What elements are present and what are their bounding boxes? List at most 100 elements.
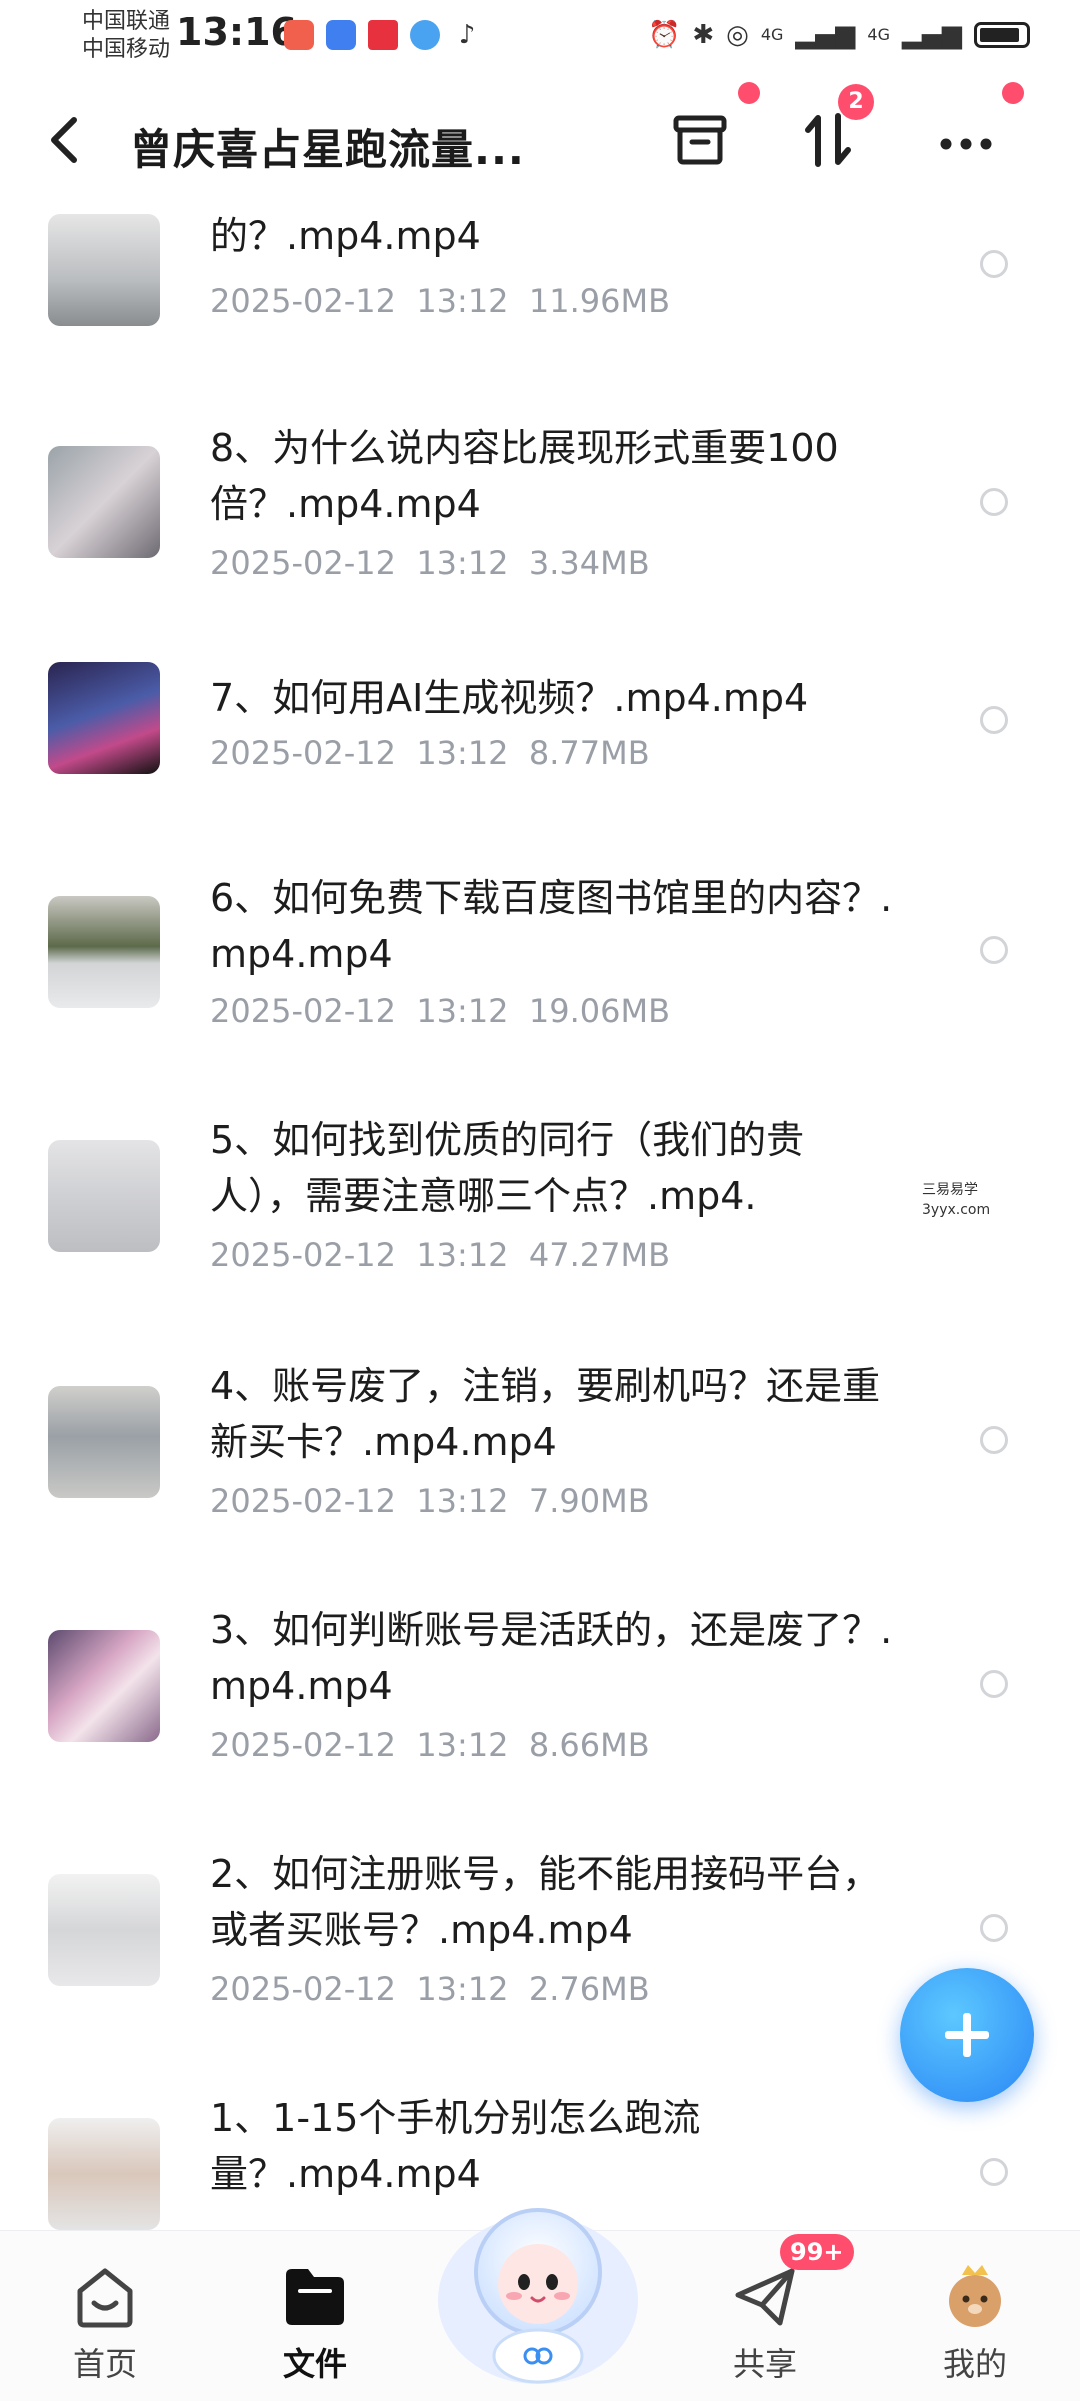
select-radio[interactable] [980, 1670, 1008, 1698]
select-radio[interactable] [980, 936, 1008, 964]
file-size: 19.06MB [528, 992, 671, 1030]
bluetooth-icon: ✱ [692, 20, 715, 50]
carrier-info: 中国联通 中国移动 [82, 8, 170, 64]
file-item[interactable]: 4、账号废了，注销，要刷机吗？还是重新买卡？.mp4.mp4 2025-02-1… [0, 1336, 1080, 1581]
file-time: 13:12 [416, 992, 509, 1030]
folder-icon [280, 2261, 350, 2331]
select-radio[interactable] [980, 488, 1008, 516]
carrier-1: 中国联通 [82, 9, 171, 34]
file-name: 7、如何用AI生成视频？.mp4.mp4 [210, 676, 809, 720]
status-bar: 中国联通 中国移动 13:16 ♪ ⏰ ✱ ◎ 4G ▂▄▆ 4G ▂▄▆ [0, 0, 1080, 80]
watermark: 三易易学 3yyx.com [918, 1178, 995, 1222]
nav-home-label: 首页 [72, 2345, 137, 2383]
nav-home[interactable]: 首页 [40, 2261, 170, 2385]
network-label-2: 4G [867, 25, 890, 44]
file-size: 2.76MB [528, 1970, 650, 2008]
file-meta: 2025-02-12 13:12 47.27MB [210, 1236, 670, 1274]
system-icons: ⏰ ✱ ◎ 4G ▂▄▆ 4G ▂▄▆ [648, 18, 1030, 52]
signal-icon: ▂▄▆ [795, 20, 856, 50]
app-notification-icon [326, 20, 356, 50]
nav-mine[interactable]: 我的 [910, 2261, 1040, 2385]
watermark-line-2: 3yyx.com [922, 1202, 991, 1218]
alarm-icon: ⏰ [647, 20, 681, 50]
file-date: 2025-02-12 [210, 992, 396, 1030]
file-size: 3.34MB [528, 544, 650, 582]
mascot-button[interactable] [428, 2180, 648, 2390]
archive-button[interactable] [668, 108, 732, 172]
file-name: 2、如何注册账号，能不能用接码平台，或者买账号？.mp4.mp4 [210, 1852, 881, 1952]
file-name: 5、如何找到优质的同行（我们的贵人），需要注意哪三个点？.mp4. [210, 1118, 805, 1218]
file-time: 13:12 [416, 1726, 509, 1764]
file-date: 2025-02-12 [210, 544, 396, 582]
hotspot-icon: ◎ [726, 20, 749, 50]
file-item[interactable]: 6、如何免费下载百度图书馆里的内容？.mp4.mp4 2025-02-12 13… [0, 850, 1080, 1095]
back-button[interactable] [44, 114, 84, 175]
file-meta: 2025-02-12 13:12 11.96MB [210, 282, 670, 320]
file-size: 47.27MB [528, 1236, 671, 1274]
avatar-icon [940, 2261, 1010, 2331]
more-icon [940, 138, 992, 150]
video-thumbnail [48, 1386, 160, 1498]
file-name: 4、账号废了，注销，要刷机吗？还是重新买卡？.mp4.mp4 [210, 1364, 881, 1464]
notification-dot [738, 82, 760, 104]
archive-icon [673, 115, 727, 165]
file-time: 13:12 [416, 544, 509, 582]
file-time: 13:12 [416, 1236, 509, 1274]
file-date: 2025-02-12 [210, 1236, 396, 1274]
file-date: 2025-02-12 [210, 1970, 396, 2008]
select-radio[interactable] [980, 706, 1008, 734]
video-thumbnail [48, 1874, 160, 1986]
file-meta: 2025-02-12 13:12 8.66MB [210, 1726, 650, 1764]
battery-icon [974, 22, 1030, 48]
select-radio[interactable] [980, 250, 1008, 278]
nav-files[interactable]: 文件 [250, 2261, 380, 2385]
more-button[interactable] [934, 108, 998, 172]
nav-files-label: 文件 [282, 2345, 347, 2383]
video-thumbnail [48, 2118, 160, 2230]
file-date: 2025-02-12 [210, 734, 396, 772]
file-item[interactable]: 3、如何判断账号是活跃的，还是废了？.mp4.mp4 2025-02-12 13… [0, 1580, 1080, 1825]
file-date: 2025-02-12 [210, 282, 396, 320]
video-thumbnail [48, 214, 160, 326]
file-meta: 2025-02-12 13:12 3.34MB [210, 544, 650, 582]
sort-count-badge: 2 [838, 84, 874, 120]
signal-icon: ▂▄▆ [902, 20, 962, 50]
folder-title: 曾庆喜占星跑流量... [130, 125, 525, 174]
book-icon [368, 20, 398, 50]
file-item[interactable]: 8、为什么说内容比展现形式重要100倍？.mp4.mp4 2025-02-12 … [0, 420, 1080, 665]
notification-dot [1002, 82, 1024, 104]
nav-share-label: 共享 [732, 2345, 797, 2383]
top-bar: 曾庆喜占星跑流量... 2 [0, 80, 1080, 200]
add-button[interactable] [900, 1968, 1034, 2102]
video-thumbnail [48, 1630, 160, 1742]
network-label-1: 4G [760, 25, 784, 44]
home-icon [70, 2261, 140, 2331]
file-size: 11.96MB [528, 282, 671, 320]
file-name: 的？.mp4.mp4 [210, 214, 481, 258]
file-date: 2025-02-12 [210, 1726, 396, 1764]
nav-mine-label: 我的 [942, 2345, 1007, 2383]
notification-icons: ♪ [284, 20, 482, 50]
select-radio[interactable] [980, 1426, 1008, 1454]
video-thumbnail [48, 662, 160, 774]
file-meta: 2025-02-12 13:12 7.90MB [210, 1482, 650, 1520]
carrier-2: 中国移动 [82, 37, 171, 62]
video-thumbnail [48, 446, 160, 558]
file-size: 7.90MB [528, 1482, 650, 1520]
file-time: 13:12 [416, 282, 509, 320]
file-time: 13:12 [416, 1482, 509, 1520]
tiktok-icon: ♪ [458, 20, 476, 50]
chevron-left-icon [51, 117, 77, 163]
watermark-line-1: 三易易学 [922, 1182, 978, 1198]
mascot-icon [438, 2208, 638, 2384]
file-name: 8、为什么说内容比展现形式重要100倍？.mp4.mp4 [210, 426, 839, 526]
clock: 13:16 [176, 10, 297, 54]
file-time: 13:12 [416, 1970, 509, 2008]
file-item[interactable]: 的？.mp4.mp4 2025-02-12 13:12 11.96MB [0, 200, 1080, 399]
browser-icon [410, 20, 440, 50]
select-radio[interactable] [980, 1914, 1008, 1942]
nav-share[interactable]: 共享 [700, 2261, 830, 2385]
file-size: 8.77MB [528, 734, 650, 772]
file-time: 13:12 [416, 734, 509, 772]
select-radio[interactable] [980, 2158, 1008, 2186]
